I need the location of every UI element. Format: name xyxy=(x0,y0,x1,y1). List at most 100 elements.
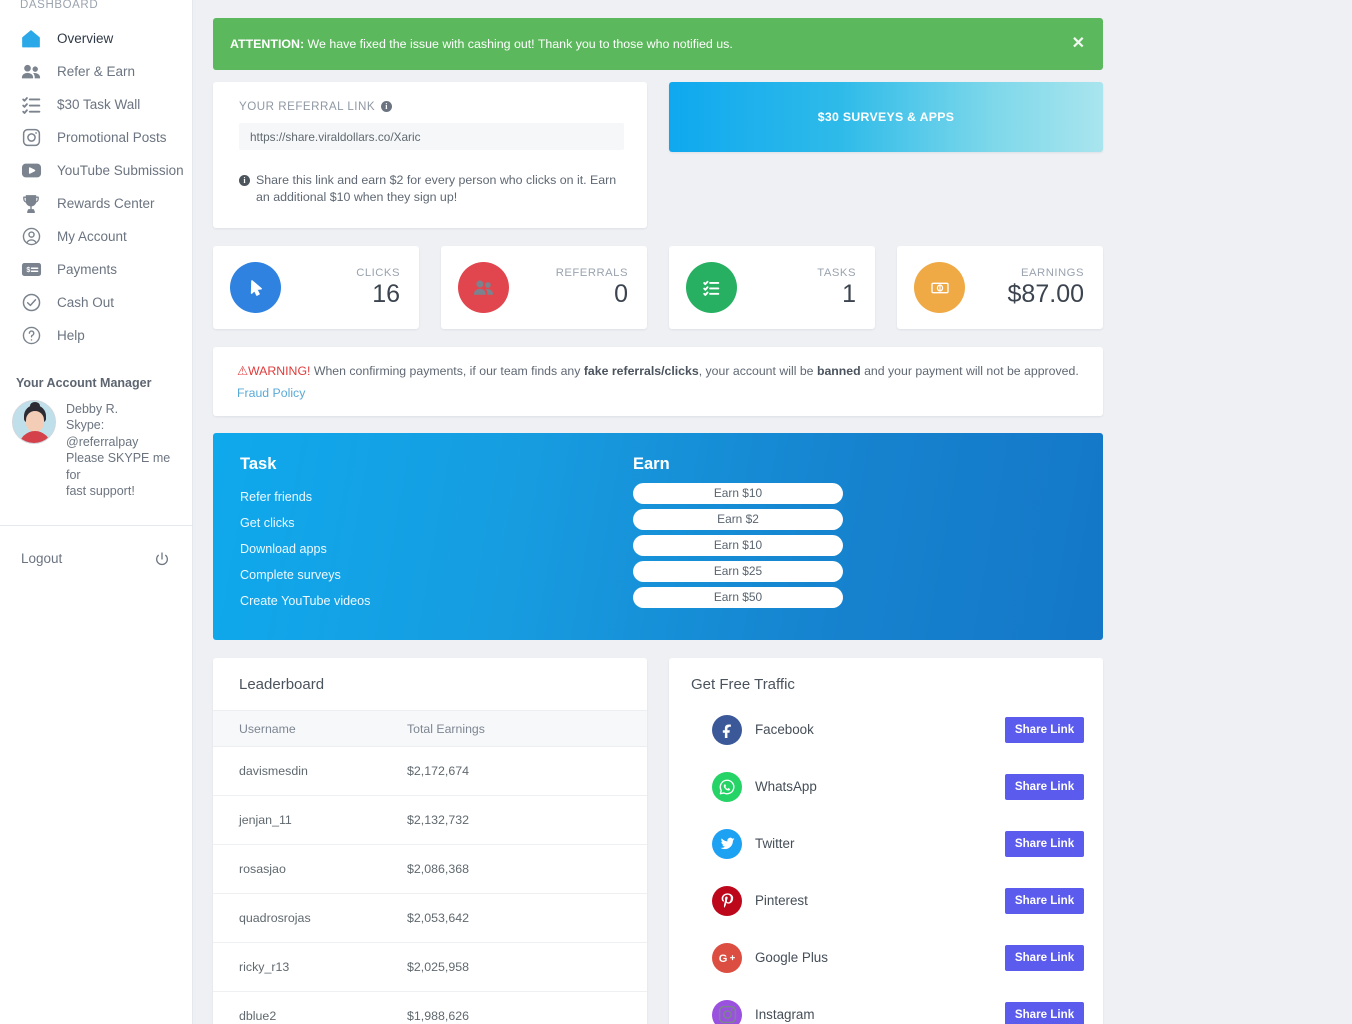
fraud-warning-text: ⚠WARNING! When confirming payments, if o… xyxy=(237,363,1083,379)
free-traffic-card: Get Free Traffic Facebook Share Link Whats… xyxy=(669,658,1103,1024)
instagram-icon xyxy=(20,127,42,149)
sidebar-item-30-task-wall[interactable]: $30 Task Wall xyxy=(0,88,192,121)
surveys-apps-banner[interactable]: $30 SURVEYS & APPS xyxy=(669,82,1103,152)
task-earn-panel: Task Refer friends Get clicks Download app… xyxy=(213,433,1103,640)
sidebar-item-overview[interactable]: Overview xyxy=(0,22,192,55)
referral-label-text: YOUR REFERRAL LINK xyxy=(239,100,376,113)
pinterest-icon xyxy=(712,885,742,916)
payment-card-icon: $ xyxy=(20,259,42,281)
sidebar-item-refer-earn[interactable]: Refer & Earn xyxy=(0,55,192,88)
share-link-button[interactable]: Share Link xyxy=(1005,716,1084,743)
task-row-label: Refer friends xyxy=(240,490,313,504)
task-column: Task Refer friends Get clicks Download app… xyxy=(213,455,633,614)
home-icon xyxy=(20,28,42,50)
stat-value: 16 xyxy=(372,280,400,308)
sidebar-item-label: My Account xyxy=(57,229,127,244)
sidebar-item-label: $30 Task Wall xyxy=(57,97,141,112)
sidebar-item-payments[interactable]: $ Payments xyxy=(0,253,192,286)
stat-value: 0 xyxy=(614,280,628,308)
sidebar-item-label: Payments xyxy=(57,262,118,277)
table-row: rosasjao $2,086,368 xyxy=(213,845,647,894)
sidebar-item-help[interactable]: Help xyxy=(0,319,192,352)
info-icon: i xyxy=(239,175,250,186)
table-row: davismesdin $2,172,674 xyxy=(213,747,647,796)
share-link-button[interactable]: Share Link xyxy=(1005,1001,1084,1024)
account-manager-name: Debby R. xyxy=(66,402,119,416)
stat-label: CLICKS xyxy=(356,267,400,279)
warning-tag: WARNING! xyxy=(248,364,311,378)
social-row-whatsapp: WhatsApp Share Link xyxy=(669,758,1103,815)
social-row-facebook: Facebook Share Link xyxy=(669,701,1103,758)
sidebar-item-cash-out[interactable]: Cash Out xyxy=(0,286,192,319)
earn-button[interactable]: Earn $2 xyxy=(633,509,843,530)
social-network-label: Pinterest xyxy=(755,893,808,908)
stats-row: CLICKS 16 REFERRALS 0 TASKS 1 EARNINGS $87.00 xyxy=(213,246,1103,329)
svg-text:$: $ xyxy=(26,267,30,274)
earn-button[interactable]: Earn $50 xyxy=(633,587,843,608)
account-manager-block: Your Account Manager Debby R. Skype: @re… xyxy=(0,376,192,499)
earn-column-header: Earn xyxy=(633,455,670,473)
stat-label: TASKS xyxy=(817,267,856,279)
referral-note-text: Share this link and earn $2 for every pe… xyxy=(256,173,617,204)
sidebar-item-rewards-center[interactable]: Rewards Center xyxy=(0,187,192,220)
sidebar-item-youtube-submission[interactable]: YouTube Submission xyxy=(0,154,192,187)
sidebar-item-my-account[interactable]: My Account xyxy=(0,220,192,253)
cell-username: rosasjao xyxy=(239,862,286,876)
cell-earnings: $2,172,674 xyxy=(407,764,470,778)
stat-value: $87.00 xyxy=(1007,280,1084,308)
social-network-label: WhatsApp xyxy=(755,779,817,794)
sidebar-item-promotional-posts[interactable]: Promotional Posts xyxy=(0,121,192,154)
close-icon[interactable]: ✕ xyxy=(1072,36,1085,52)
account-manager-title: Your Account Manager xyxy=(16,376,152,390)
share-link-button[interactable]: Share Link xyxy=(1005,773,1084,800)
twitter-icon xyxy=(712,828,742,859)
task-row-label: Create YouTube videos xyxy=(240,594,371,608)
social-network-label: Instagram xyxy=(755,1007,815,1022)
users-icon xyxy=(20,61,42,83)
cell-earnings: $2,053,642 xyxy=(407,911,470,925)
sidebar-nav: Overview Refer & Earn $30 Task Wall Promoti… xyxy=(0,22,192,352)
sidebar-heading: DASHBOARD xyxy=(20,0,99,11)
sidebar-item-label: Help xyxy=(57,328,85,343)
column-header-username: Username xyxy=(239,722,296,736)
youtube-icon xyxy=(20,160,42,182)
sidebar-item-label: Overview xyxy=(57,31,114,46)
attention-alert: ATTENTION: We have fixed the issue with … xyxy=(213,18,1103,70)
earn-button[interactable]: Earn $10 xyxy=(633,535,843,556)
share-link-button[interactable]: Share Link xyxy=(1005,830,1084,857)
task-row-label: Download apps xyxy=(240,542,327,556)
account-manager-skype: Skype: @referralpay xyxy=(66,418,139,449)
info-icon[interactable]: i xyxy=(381,101,393,112)
sidebar-item-label: Promotional Posts xyxy=(57,130,167,145)
stat-card-earnings: EARNINGS $87.00 xyxy=(897,246,1103,329)
leaderboard-header-row: Username Total Earnings xyxy=(213,710,647,747)
question-circle-icon xyxy=(20,325,42,347)
logout-button[interactable]: Logout xyxy=(0,536,192,581)
fraud-policy-link[interactable]: Fraud Policy xyxy=(237,385,305,401)
earn-button[interactable]: Earn $10 xyxy=(633,483,843,504)
referral-link-input[interactable] xyxy=(239,123,624,150)
table-row: jenjan_11 $2,132,732 xyxy=(213,796,647,845)
table-row: quadrosrojas $2,053,642 xyxy=(213,894,647,943)
sidebar-item-label: Rewards Center xyxy=(57,196,155,211)
share-link-button[interactable]: Share Link xyxy=(1005,944,1084,971)
main-content: ATTENTION: We have fixed the issue with … xyxy=(193,0,1352,1024)
facebook-icon xyxy=(712,714,742,745)
account-manager-note-2: fast support! xyxy=(66,484,135,499)
cell-username: davismesdin xyxy=(239,764,308,778)
stat-text: TASKS 1 xyxy=(817,267,856,308)
stat-card-tasks: TASKS 1 xyxy=(669,246,875,329)
share-link-button[interactable]: Share Link xyxy=(1005,887,1084,914)
stat-label: REFERRALS xyxy=(555,267,628,279)
whatsapp-icon xyxy=(712,771,742,802)
trophy-icon xyxy=(20,193,42,215)
earn-button[interactable]: Earn $25 xyxy=(633,561,843,582)
stat-card-clicks: CLICKS 16 xyxy=(213,246,419,329)
referral-promo-row: YOUR REFERRAL LINK i i Share this link a… xyxy=(213,82,1103,228)
cell-earnings: $2,025,958 xyxy=(407,960,470,974)
cell-earnings: $1,988,626 xyxy=(407,1009,470,1023)
sidebar: DASHBOARD Overview Refer & Earn $30 Task W… xyxy=(0,0,193,1024)
cell-earnings: $2,132,732 xyxy=(407,813,470,827)
sidebar-item-label: YouTube Submission xyxy=(57,163,184,178)
free-traffic-title: Get Free Traffic xyxy=(691,676,795,693)
